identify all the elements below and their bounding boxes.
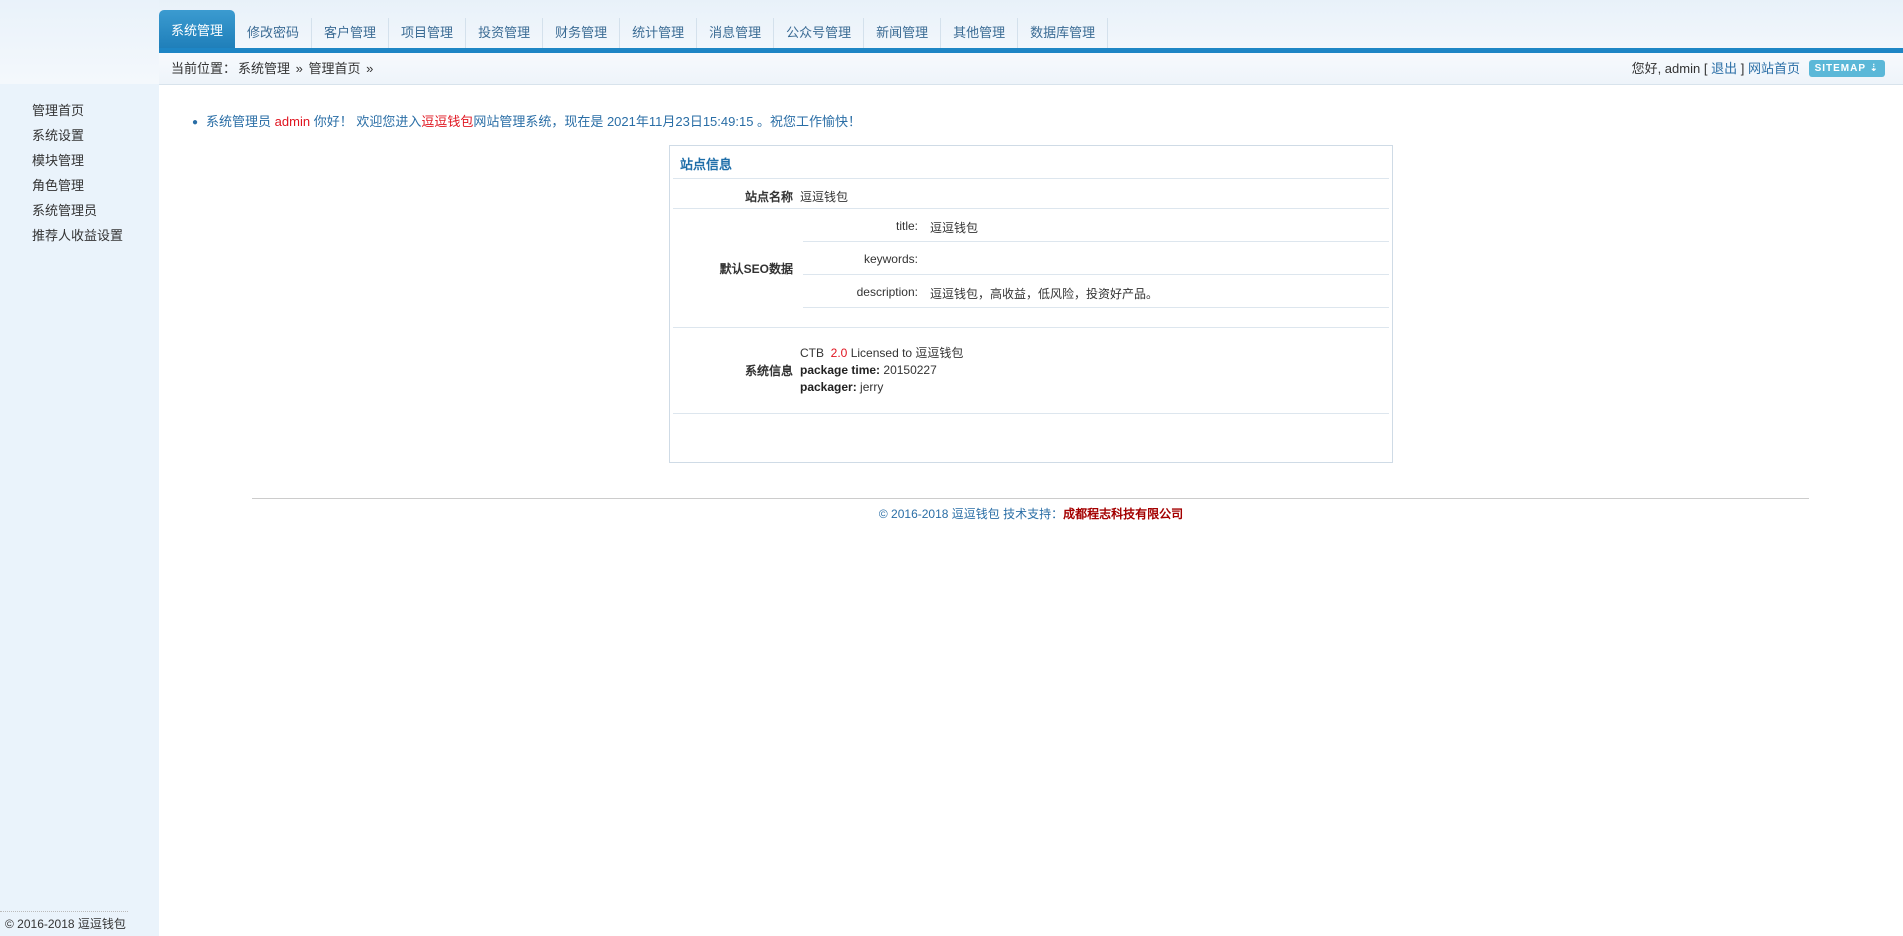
divider bbox=[673, 327, 1389, 328]
breadcrumb-prefix: 当前位置： bbox=[171, 61, 237, 76]
logo-area bbox=[0, 0, 159, 84]
divider bbox=[803, 274, 1389, 275]
welcome-part3: 网站管理系统，现在是 2021年11月23日15:49:15 。祝您工作愉快！ bbox=[473, 114, 862, 129]
welcome-part1: 系统管理员 bbox=[206, 114, 275, 129]
system-info-value: CTB 2.0 Licensed to 逗逗钱包 package time: 2… bbox=[800, 345, 963, 396]
welcome-site-name: 逗逗钱包 bbox=[421, 114, 474, 129]
top-header: 系统管理 修改密码 客户管理 项目管理 投资管理 财务管理 统计管理 消息管理 … bbox=[0, 0, 1903, 85]
tab-projects[interactable]: 项目管理 bbox=[389, 18, 467, 48]
tab-finance[interactable]: 财务管理 bbox=[543, 18, 621, 48]
tab-messages[interactable]: 消息管理 bbox=[697, 18, 775, 48]
system-info-label: 系统信息 bbox=[744, 364, 793, 378]
logout-link[interactable]: 退出 bbox=[1711, 61, 1737, 76]
user-area: 您好, admin [ 退出 ] 网站首页 bbox=[1632, 53, 1800, 85]
tab-investments[interactable]: 投资管理 bbox=[466, 18, 544, 48]
tab-other[interactable]: 其他管理 bbox=[941, 18, 1019, 48]
sidebar-item-modules[interactable]: 模块管理 bbox=[0, 148, 159, 173]
tab-official-account[interactable]: 公众号管理 bbox=[774, 18, 865, 48]
breadcrumb-separator: » bbox=[366, 61, 374, 76]
sidebar-item-roles[interactable]: 角色管理 bbox=[0, 173, 159, 198]
bracket-close: ] bbox=[1740, 61, 1745, 76]
sitemap-button[interactable]: SITEMAP ⇣ bbox=[1808, 60, 1885, 77]
divider bbox=[803, 241, 1389, 242]
license-text: Licensed to 逗逗钱包 bbox=[850, 346, 964, 360]
product-name: CTB bbox=[800, 346, 824, 360]
bracket-open: [ bbox=[1703, 61, 1708, 76]
sidebar: 管理首页 系统设置 模块管理 角色管理 系统管理员 推荐人收益设置 © 2016… bbox=[0, 84, 159, 936]
sidebar-item-administrators[interactable]: 系统管理员 bbox=[0, 198, 159, 223]
site-info-panel: 站点信息 站点名称 逗逗钱包 默认SEO数据 title: 逗逗钱包 keywo… bbox=[669, 145, 1393, 463]
seo-keywords-label: keywords: bbox=[863, 252, 918, 266]
divider bbox=[673, 413, 1389, 414]
divider bbox=[673, 208, 1389, 209]
product-version: 2.0 bbox=[830, 346, 848, 360]
welcome-username: admin bbox=[274, 114, 311, 129]
welcome-part2: 你好！ 欢迎您进入 bbox=[310, 114, 422, 129]
bullet-icon: ● bbox=[192, 117, 199, 128]
main-content: ● 系统管理员 admin 你好！ 欢迎您进入逗逗钱包网站管理系统，现在是 202… bbox=[159, 84, 1903, 936]
welcome-message: ● 系统管理员 admin 你好！ 欢迎您进入逗逗钱包网站管理系统，现在是 202… bbox=[192, 111, 861, 130]
sidebar-item-referral-settings[interactable]: 推荐人收益设置 bbox=[0, 223, 159, 248]
package-time-line: package time: 20150227 bbox=[800, 362, 963, 379]
main-nav-tabs: 系统管理 修改密码 客户管理 项目管理 投资管理 财务管理 统计管理 消息管理 … bbox=[159, 10, 1109, 48]
seo-description-value: 逗逗钱包，高收益，低风险，投资好产品。 bbox=[930, 287, 1159, 301]
tab-system[interactable]: 系统管理 bbox=[159, 10, 236, 48]
packager-label: packager: bbox=[800, 380, 857, 394]
tab-statistics[interactable]: 统计管理 bbox=[620, 18, 698, 48]
footer: © 2016-2018 逗逗钱包 技术支持：成都程志科技有限公司 bbox=[159, 505, 1903, 522]
divider bbox=[803, 307, 1389, 308]
packager-line: packager: jerry bbox=[800, 379, 963, 396]
sidebar-item-system-settings[interactable]: 系统设置 bbox=[0, 123, 159, 148]
seo-title-value: 逗逗钱包 bbox=[930, 221, 979, 235]
tab-customers[interactable]: 客户管理 bbox=[312, 18, 390, 48]
site-name-label: 站点名称 bbox=[744, 190, 793, 204]
sidebar-divider bbox=[0, 911, 128, 912]
sidebar-copyright: © 2016-2018 逗逗钱包 bbox=[5, 917, 126, 931]
seo-label: 默认SEO数据 bbox=[719, 262, 793, 276]
breadcrumb-separator: » bbox=[295, 61, 303, 76]
seo-title-label: title: bbox=[895, 219, 918, 233]
tab-database[interactable]: 数据库管理 bbox=[1018, 18, 1109, 48]
tab-news[interactable]: 新闻管理 bbox=[864, 18, 942, 48]
package-time-label: package time: bbox=[800, 363, 881, 377]
panel-title: 站点信息 bbox=[680, 157, 733, 172]
seo-description-label: description: bbox=[856, 285, 918, 299]
footer-copyright: © 2016-2018 逗逗钱包 技术支持： bbox=[878, 507, 1064, 521]
site-name-value: 逗逗钱包 bbox=[800, 190, 849, 204]
footer-company-link[interactable]: 成都程志科技有限公司 bbox=[1063, 507, 1183, 521]
user-greeting: 您好, admin bbox=[1631, 61, 1701, 76]
breadcrumb-bar: 当前位置： 系统管理 » 管理首页 » 您好, admin [ 退出 ] 网站首页… bbox=[159, 53, 1903, 85]
package-time-value: 20150227 bbox=[883, 363, 937, 377]
sidebar-menu: 管理首页 系统设置 模块管理 角色管理 系统管理员 推荐人收益设置 bbox=[0, 84, 159, 248]
tab-change-password[interactable]: 修改密码 bbox=[235, 18, 313, 48]
packager-value: jerry bbox=[860, 380, 884, 394]
breadcrumb-item-system[interactable]: 系统管理 bbox=[238, 61, 290, 76]
sidebar-item-admin-home[interactable]: 管理首页 bbox=[0, 98, 159, 123]
version-line: CTB 2.0 Licensed to 逗逗钱包 bbox=[800, 345, 963, 362]
site-home-link[interactable]: 网站首页 bbox=[1748, 61, 1800, 76]
breadcrumb-item-home[interactable]: 管理首页 bbox=[309, 61, 361, 76]
breadcrumb: 当前位置： 系统管理 » 管理首页 » bbox=[171, 53, 375, 85]
divider bbox=[673, 178, 1389, 179]
footer-divider bbox=[252, 498, 1809, 499]
